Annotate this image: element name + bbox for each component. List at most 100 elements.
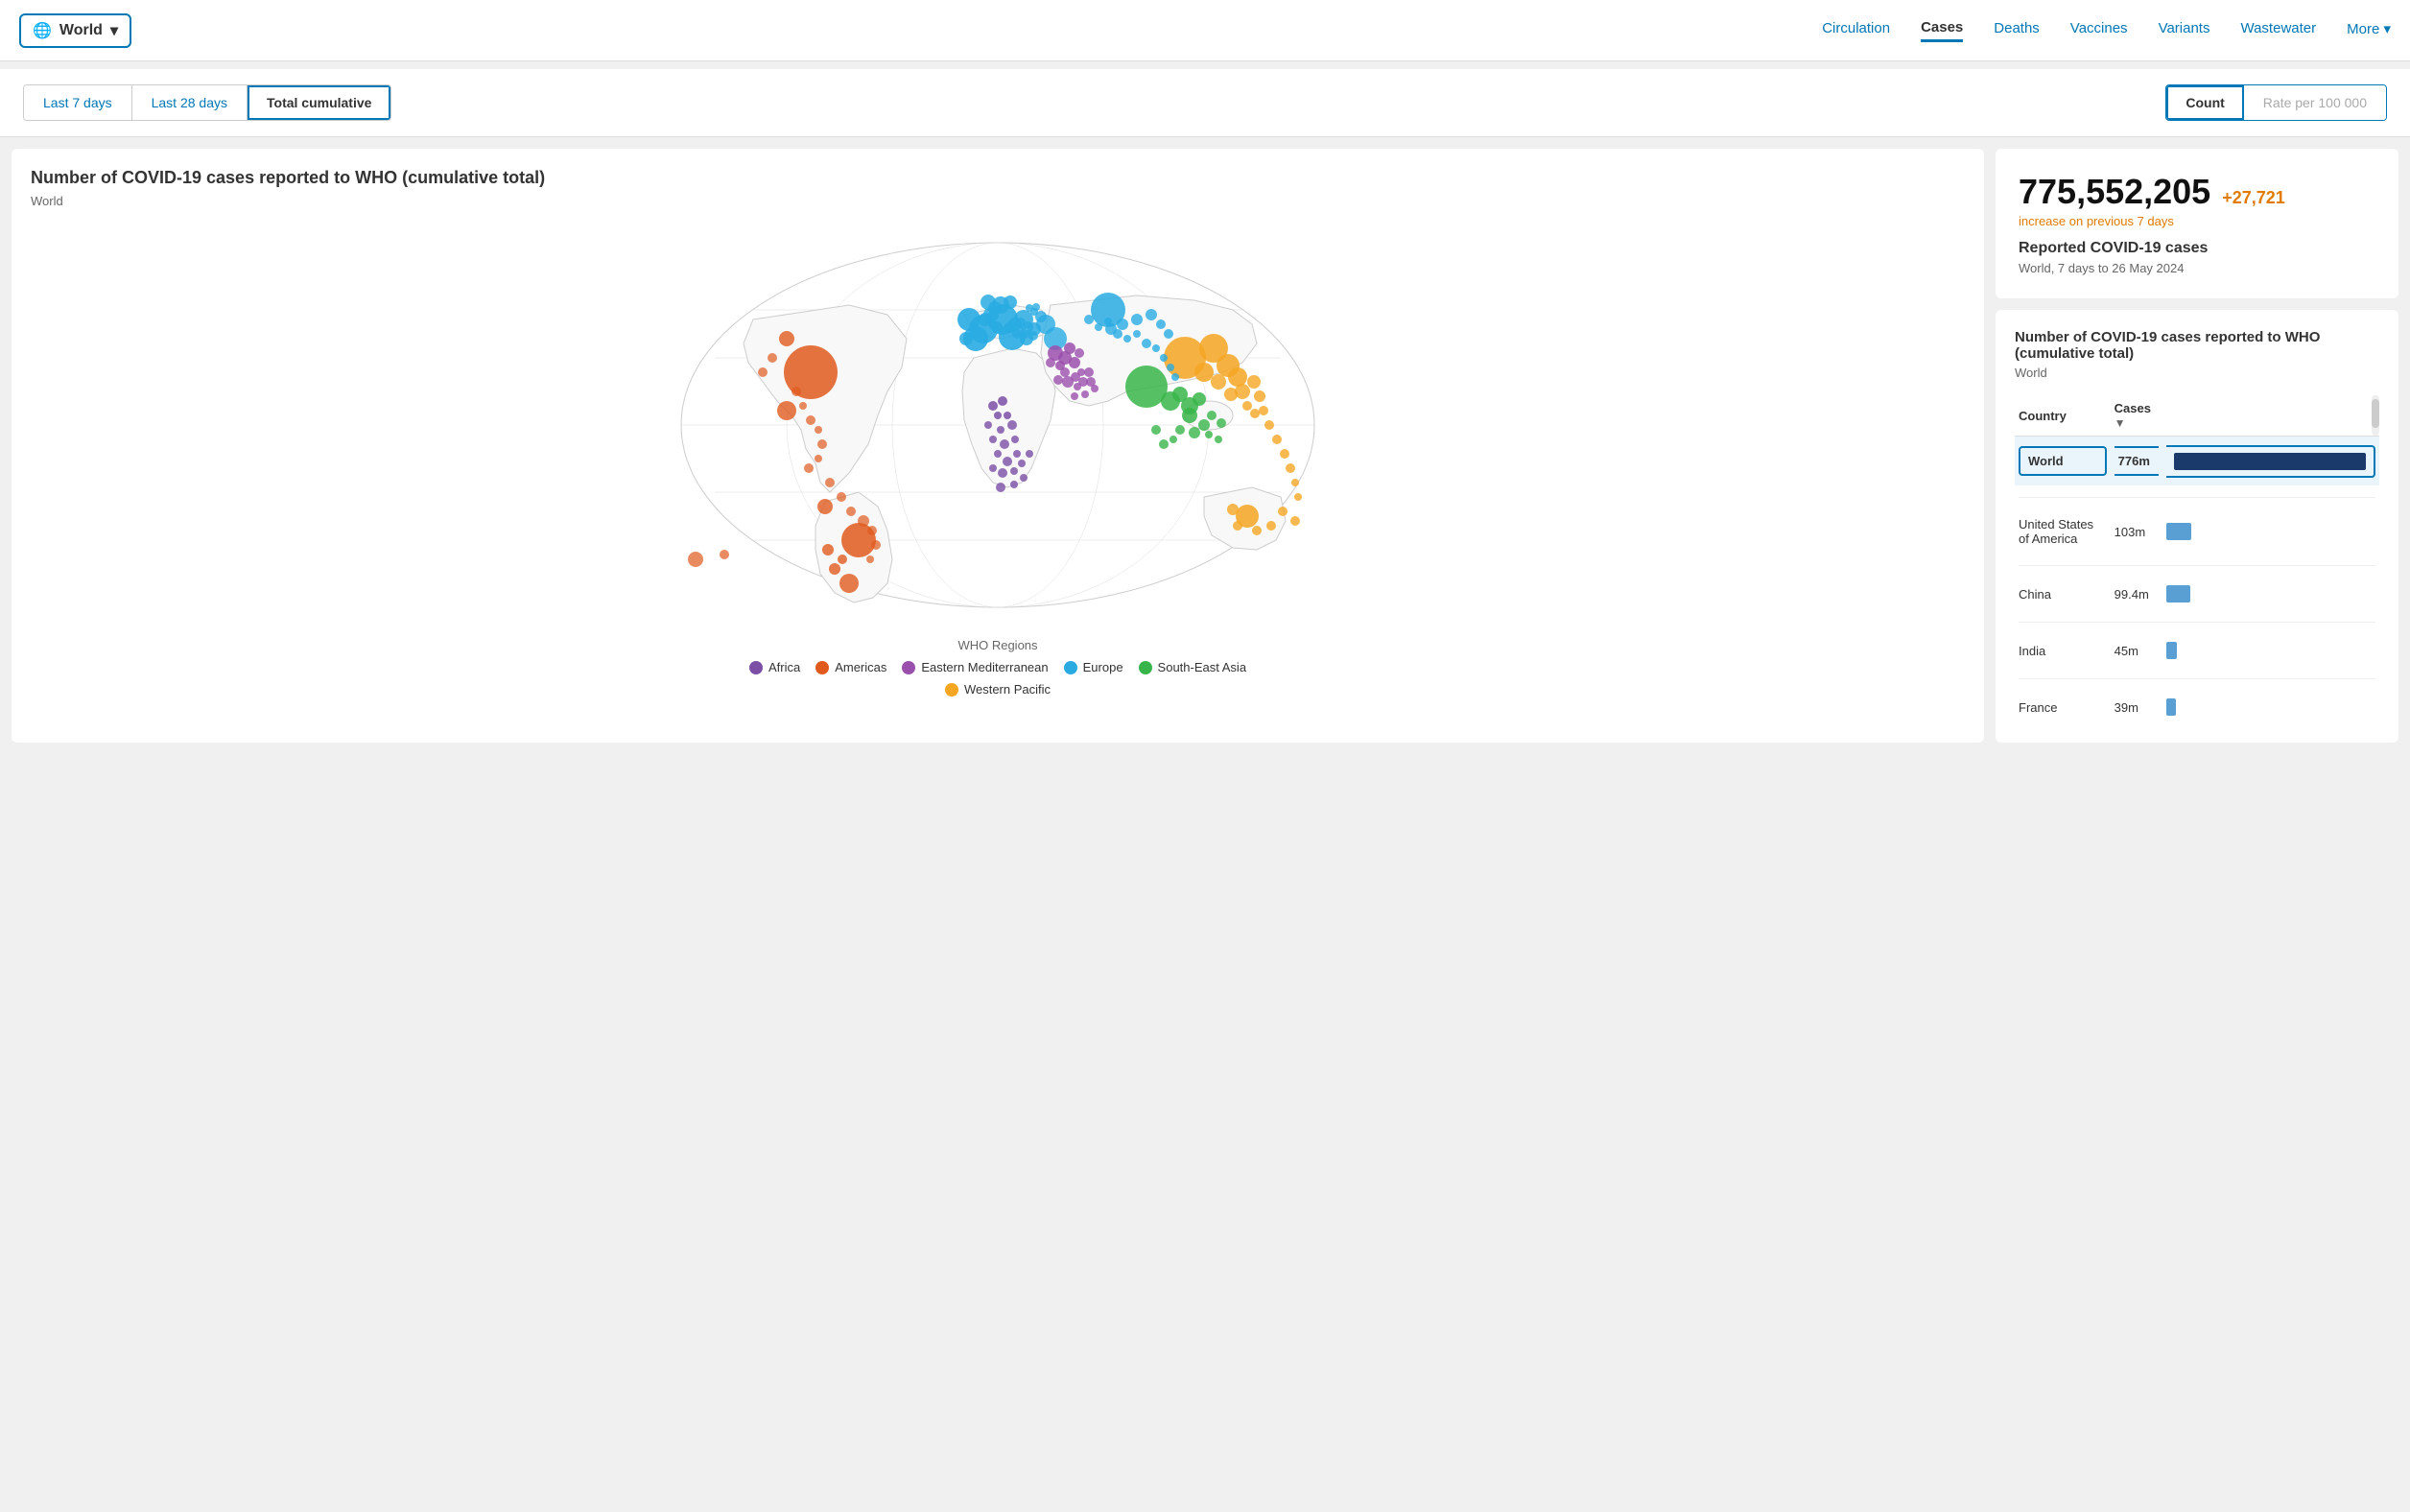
- time-filter-group: Last 7 days Last 28 days Total cumulativ…: [23, 84, 391, 121]
- india-bar: [2166, 642, 2177, 659]
- europe-dot: [1064, 661, 1077, 674]
- nav-more[interactable]: More ▾: [2347, 20, 2391, 41]
- filter-bar: Last 7 days Last 28 days Total cumulativ…: [0, 69, 2410, 137]
- nav-cases[interactable]: Cases: [1921, 19, 1963, 42]
- stats-numbers-row: 775,552,205 +27,721: [2019, 172, 2375, 212]
- china-bar: [2166, 585, 2190, 602]
- col-cases: Cases ▼: [2111, 395, 2162, 437]
- reported-sub: World, 7 days to 26 May 2024: [2019, 261, 2375, 275]
- india-country-label: India: [2019, 644, 2045, 658]
- nav-variants[interactable]: Variants: [2159, 20, 2210, 40]
- table-divider-4: [2015, 667, 2379, 691]
- legend-sea-label: South-East Asia: [1158, 660, 1247, 674]
- header: 🌐 World ▾ Circulation Cases Deaths Vacci…: [0, 0, 2410, 61]
- last-7-days-button[interactable]: Last 7 days: [24, 85, 132, 120]
- globe-icon: 🌐: [33, 21, 52, 40]
- americas-dot: [815, 661, 829, 674]
- legend-eastern-med: Eastern Mediterranean: [902, 660, 1048, 674]
- legend-africa-label: Africa: [768, 660, 800, 674]
- world-country-cell: World: [2015, 437, 2111, 486]
- nav-circulation[interactable]: Circulation: [1822, 20, 1890, 40]
- table-divider-2: [2015, 554, 2379, 578]
- nav-deaths[interactable]: Deaths: [1994, 20, 2040, 40]
- table-row-world[interactable]: World 776m: [2015, 437, 2379, 486]
- map-panel: Number of COVID-19 cases reported to WHO…: [12, 149, 1984, 743]
- big-number: 775,552,205: [2019, 172, 2210, 212]
- china-bar-cell: [2162, 578, 2379, 610]
- main-content: Number of COVID-19 cases reported to WHO…: [0, 137, 2410, 754]
- legend-americas: Americas: [815, 660, 886, 674]
- stats-card: 775,552,205 +27,721 increase on previous…: [1996, 149, 2398, 298]
- nav-vaccines[interactable]: Vaccines: [2070, 20, 2128, 40]
- world-country-label: World: [2019, 446, 2107, 476]
- legend-africa: Africa: [749, 660, 800, 674]
- legend-items-2: Western Pacific: [31, 682, 1965, 697]
- india-cases-value: 45m: [2115, 644, 2138, 658]
- legend-sea: South-East Asia: [1139, 660, 1247, 674]
- col-bar: [2162, 395, 2379, 437]
- world-bar: [2174, 453, 2366, 470]
- table-row-china[interactable]: China 99.4m: [2015, 578, 2379, 610]
- table-title: Number of COVID-19 cases reported to WHO…: [2015, 329, 2379, 362]
- map-legend: WHO Regions Africa Americas Eastern Medi…: [31, 638, 1965, 697]
- main-nav: Circulation Cases Deaths Vaccines Varian…: [1822, 19, 2391, 42]
- table-wrapper: Country Cases ▼: [2015, 395, 2379, 723]
- col-country: Country: [2015, 395, 2111, 437]
- table-card: Number of COVID-19 cases reported to WHO…: [1996, 310, 2398, 743]
- world-cases-value: 776m: [2115, 446, 2159, 476]
- legend-title: WHO Regions: [31, 638, 1965, 652]
- usa-bar: [2166, 523, 2191, 540]
- world-label: World: [59, 22, 103, 39]
- sort-arrow-icon[interactable]: ▼: [2115, 416, 2126, 430]
- table-divider-1: [2015, 485, 2379, 509]
- increase-value: +27,721: [2222, 188, 2285, 208]
- legend-eastern-med-label: Eastern Mediterranean: [921, 660, 1048, 674]
- data-table: Country Cases ▼: [2015, 395, 2379, 723]
- france-bar: [2166, 698, 2176, 716]
- eastern-med-dot: [902, 661, 915, 674]
- india-bar-cell: [2162, 634, 2379, 667]
- increase-label: increase on previous 7 days: [2019, 214, 2375, 228]
- table-divider-3: [2015, 610, 2379, 634]
- africa-dot: [749, 661, 763, 674]
- rate-button[interactable]: Rate per 100 000: [2244, 85, 2386, 120]
- legend-americas-label: Americas: [835, 660, 886, 674]
- usa-cases-cell: 103m: [2111, 509, 2162, 554]
- china-country-cell: China: [2015, 578, 2111, 610]
- nav-wastewater[interactable]: Wastewater: [2240, 20, 2316, 40]
- usa-cases-value: 103m: [2115, 525, 2146, 539]
- legend-western-pacific: Western Pacific: [945, 682, 1051, 697]
- legend-items: Africa Americas Eastern Mediterranean Eu…: [31, 660, 1965, 674]
- table-row-india[interactable]: India 45m: [2015, 634, 2379, 667]
- china-cases-value: 99.4m: [2115, 587, 2149, 602]
- usa-bar-cell: [2162, 509, 2379, 554]
- world-cases-cell: 776m: [2111, 437, 2162, 486]
- china-country-label: China: [2019, 587, 2051, 602]
- table-subtitle: World: [2015, 366, 2379, 380]
- legend-europe-label: Europe: [1083, 660, 1123, 674]
- india-cases-cell: 45m: [2111, 634, 2162, 667]
- map-svg: [638, 224, 1358, 626]
- world-selector[interactable]: 🌐 World ▾: [19, 13, 131, 48]
- india-country-cell: India: [2015, 634, 2111, 667]
- right-panel: 775,552,205 +27,721 increase on previous…: [1996, 149, 2398, 743]
- table-row-usa[interactable]: United States of America 103m: [2015, 509, 2379, 554]
- chevron-down-icon: ▾: [110, 21, 118, 40]
- usa-country-label: United States of America: [2019, 517, 2093, 546]
- count-button[interactable]: Count: [2166, 85, 2243, 120]
- france-cases-cell: 39m: [2111, 691, 2162, 723]
- legend-europe: Europe: [1064, 660, 1123, 674]
- world-bar-container: [2166, 445, 2375, 478]
- count-rate-toggle: Count Rate per 100 000: [2165, 84, 2387, 121]
- sea-dot: [1139, 661, 1152, 674]
- france-country-label: France: [2019, 700, 2057, 715]
- map-title: Number of COVID-19 cases reported to WHO…: [31, 168, 1965, 188]
- table-row-france[interactable]: France 39m: [2015, 691, 2379, 723]
- total-cumulative-button[interactable]: Total cumulative: [248, 85, 390, 120]
- world-map: [31, 224, 1965, 626]
- france-country-cell: France: [2015, 691, 2111, 723]
- legend-western-pacific-label: Western Pacific: [964, 682, 1051, 697]
- china-cases-cell: 99.4m: [2111, 578, 2162, 610]
- last-28-days-button[interactable]: Last 28 days: [132, 85, 248, 120]
- western-pacific-dot: [945, 683, 958, 697]
